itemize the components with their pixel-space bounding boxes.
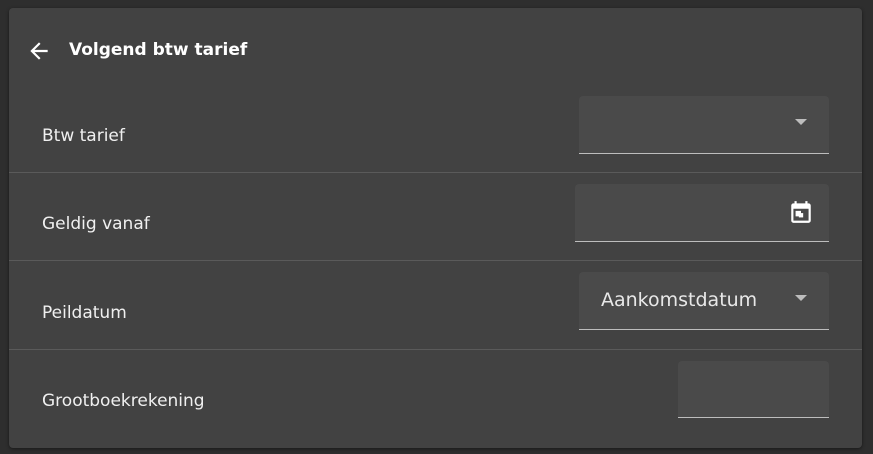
geldig-vanaf-label: Geldig vanaf [42, 214, 150, 234]
grootboekrekening-input[interactable] [678, 361, 829, 418]
peildatum-value: Aankomstdatum [601, 289, 758, 311]
row-geldig-vanaf: Geldig vanaf [9, 172, 862, 261]
peildatum-label: Peildatum [42, 303, 127, 323]
grootboekrekening-label: Grootboekrekening [42, 391, 205, 411]
geldig-vanaf-date-field[interactable] [575, 184, 829, 242]
arrow-left-icon [30, 42, 48, 60]
btw-tarief-label: Btw tarief [42, 126, 125, 146]
row-peildatum: Peildatum Aankomstdatum [9, 260, 862, 349]
chevron-down-icon [795, 119, 807, 125]
calendar-icon [791, 201, 811, 223]
page-title: Volgend btw tarief [69, 40, 248, 60]
calendar-button[interactable] [787, 198, 815, 226]
btw-tarief-select[interactable] [579, 96, 829, 154]
card-header: Volgend btw tarief [9, 8, 862, 90]
row-btw-tarief: Btw tarief [9, 84, 862, 172]
back-button[interactable] [23, 35, 55, 67]
form-card: Volgend btw tarief Btw tarief Geldig van… [9, 8, 862, 448]
row-grootboekrekening: Grootboekrekening [9, 349, 862, 438]
peildatum-select[interactable]: Aankomstdatum [579, 272, 829, 330]
chevron-down-icon [795, 295, 807, 301]
